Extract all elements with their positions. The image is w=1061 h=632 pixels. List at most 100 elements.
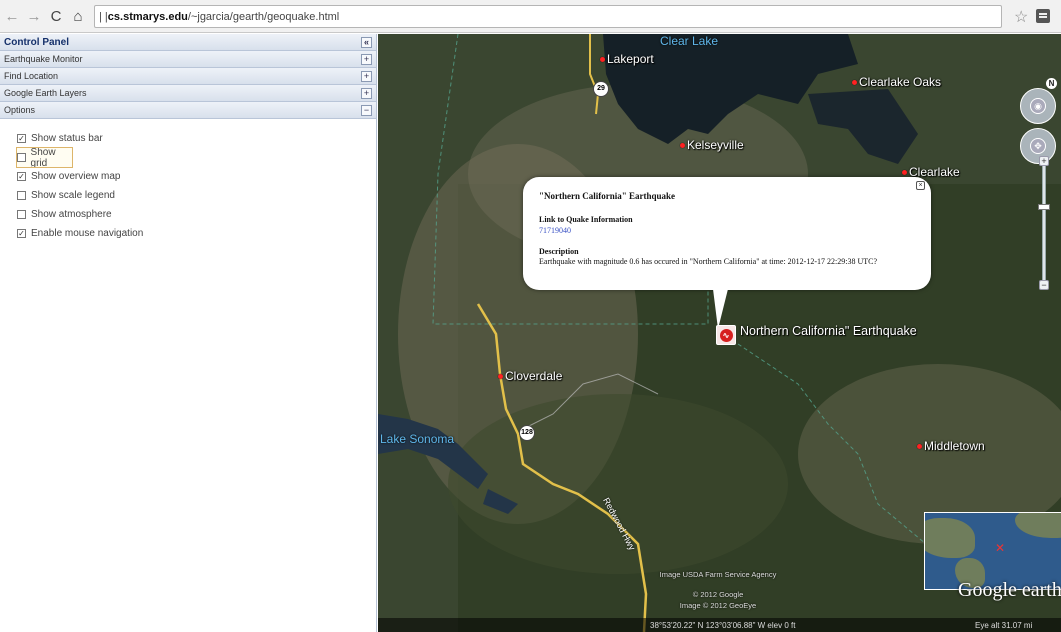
overview-landmass: [925, 518, 975, 558]
imagery-credit: Image USDA Farm Service Agency: [659, 570, 777, 579]
place-label: Lakeport: [607, 52, 654, 66]
zoom-out-icon[interactable]: −: [1039, 280, 1049, 290]
section-google-earth-layers[interactable]: Google Earth Layers +: [0, 85, 376, 102]
checkbox-unchecked[interactable]: [17, 153, 26, 162]
checkbox-checked[interactable]: ✓: [17, 134, 26, 143]
url-text[interactable]: cs.stmarys.edu/~jgarcia/gearth/geoquake.…: [108, 11, 339, 23]
balloon-link-heading: Link to Quake Information: [539, 215, 633, 224]
arrow-right-icon[interactable]: →: [24, 4, 44, 28]
checkbox-checked[interactable]: ✓: [17, 172, 26, 181]
place-lakeport[interactable]: Lakeport: [600, 52, 654, 66]
eye-icon: ◉: [1030, 98, 1046, 114]
hand-icon: ✥: [1030, 138, 1046, 154]
control-panel-title: Control Panel: [4, 36, 70, 48]
info-balloon: × "Northern California" Earthquake Link …: [523, 177, 931, 329]
home-icon[interactable]: ⌂: [68, 4, 88, 28]
browser-toolbar: ← → C ⌂ | | cs.stmarys.edu/~jgarcia/gear…: [0, 0, 1061, 33]
section-earthquake-monitor[interactable]: Earthquake Monitor +: [0, 51, 376, 68]
status-bar: 38°53'20.22" N 123°03'06.88" W elev 0 ft…: [378, 618, 1061, 632]
imagery-credit: © 2012 Google: [692, 590, 744, 599]
option-show-overview-map[interactable]: ✓ Show overview map: [17, 167, 376, 186]
place-marker-icon: [680, 142, 685, 148]
place-marker-icon: [902, 169, 907, 175]
address-bar[interactable]: | | cs.stmarys.edu/~jgarcia/gearth/geoqu…: [94, 5, 1002, 28]
option-show-atmosphere[interactable]: Show atmosphere: [17, 205, 376, 224]
option-label: Show grid: [30, 146, 56, 169]
google-earth-logo: Google earth: [958, 579, 1061, 601]
checkbox-checked[interactable]: ✓: [17, 229, 26, 238]
hills: [448, 394, 788, 574]
place-kelseyville[interactable]: Kelseyville: [680, 138, 744, 152]
url-path: /~jgarcia/gearth/geoquake.html: [187, 10, 340, 23]
earthquake-placemark-icon[interactable]: ∿: [716, 325, 736, 345]
url-prefix: | |: [99, 10, 108, 23]
quake-info-link[interactable]: 71719040: [539, 226, 915, 235]
option-show-grid[interactable]: Show grid: [16, 146, 73, 169]
water-label-lake-sonoma: Lake Sonoma: [380, 432, 455, 446]
expand-icon[interactable]: +: [361, 53, 372, 65]
compass-north-label: N: [1046, 78, 1057, 89]
place-label: Clearlake Oaks: [859, 75, 942, 89]
balloon-pointer: [713, 289, 728, 329]
option-label: Show status bar: [31, 133, 103, 144]
move-control[interactable]: ✥: [1020, 128, 1056, 164]
section-label: Earthquake Monitor: [4, 54, 83, 64]
look-around-control[interactable]: ◉: [1020, 88, 1056, 124]
seismic-icon: ∿: [719, 328, 733, 342]
zoom-track[interactable]: [1042, 162, 1046, 287]
water-label-clear-lake: Clear Lake: [660, 34, 719, 48]
reload-icon[interactable]: C: [46, 4, 66, 28]
imagery-credit: Image © 2012 GeoEye: [679, 601, 757, 610]
place-clearlake-oaks[interactable]: Clearlake Oaks: [852, 75, 941, 89]
close-icon[interactable]: ×: [916, 181, 925, 190]
place-marker-icon: [917, 443, 922, 449]
place-marker-icon: [600, 56, 605, 62]
place-cloverdale[interactable]: Cloverdale: [498, 369, 562, 383]
zoom-in-icon[interactable]: +: [1039, 156, 1049, 166]
control-panel: Control Panel « Earthquake Monitor + Fin…: [0, 34, 377, 632]
eye-altitude-readout: Eye alt 31.07 mi: [975, 620, 1033, 630]
collapse-section-icon[interactable]: −: [361, 104, 372, 116]
balloon-title: "Northern California" Earthquake: [539, 191, 675, 201]
balloon-description-heading: Description: [539, 247, 579, 256]
place-marker-icon: [852, 79, 857, 85]
options-list: ✓ Show status bar Show grid ✓ Show overvie…: [0, 119, 376, 243]
menu-icon[interactable]: [1036, 9, 1050, 23]
bookmark-star-icon[interactable]: ☆: [1014, 7, 1028, 27]
earth-map-view[interactable]: Clear Lake Lake Sonoma Lakeport Clearlak…: [378, 34, 1061, 632]
place-label: Kelseyville: [687, 138, 744, 152]
place-middletown[interactable]: Middletown: [917, 439, 985, 453]
overview-location-marker-icon: ✕: [995, 541, 1006, 555]
expand-icon[interactable]: +: [361, 70, 372, 82]
checkbox-unchecked[interactable]: [17, 191, 26, 200]
app-window: ← → C ⌂ | | cs.stmarys.edu/~jgarcia/gear…: [0, 0, 1061, 632]
place-label: Cloverdale: [505, 369, 563, 383]
option-show-status-bar[interactable]: ✓ Show status bar: [17, 129, 376, 148]
option-enable-mouse-navigation[interactable]: ✓ Enable mouse navigation: [17, 224, 376, 243]
route-shield-128: 128: [519, 425, 535, 441]
option-show-scale-legend[interactable]: Show scale legend: [17, 186, 376, 205]
place-marker-icon: [498, 373, 503, 379]
option-label: Enable mouse navigation: [31, 228, 144, 239]
route-shield-29: 29: [593, 81, 609, 97]
option-label: Show scale legend: [31, 190, 115, 201]
balloon-description-text: Earthquake with magnitude 0.6 has occure…: [539, 257, 878, 266]
control-panel-header[interactable]: Control Panel «: [0, 34, 376, 51]
section-label: Options: [4, 105, 36, 115]
option-label: Show overview map: [31, 171, 121, 182]
arrow-left-icon[interactable]: ←: [2, 4, 22, 28]
place-label: Middletown: [924, 439, 985, 453]
coordinates-readout: 38°53'20.22" N 123°03'06.88" W elev 0 ft: [650, 620, 796, 630]
collapse-icon[interactable]: «: [361, 36, 372, 48]
zoom-slider[interactable]: + −: [1038, 156, 1050, 291]
section-find-location[interactable]: Find Location +: [0, 68, 376, 85]
checkbox-unchecked[interactable]: [17, 210, 26, 219]
section-label: Find Location: [4, 71, 59, 81]
option-label: Show atmosphere: [31, 209, 112, 220]
earthquake-placemark-label[interactable]: Northern California" Earthquake: [740, 324, 917, 338]
url-host: cs.stmarys.edu: [107, 10, 188, 23]
expand-icon[interactable]: +: [361, 87, 372, 99]
zoom-handle[interactable]: [1038, 204, 1050, 210]
section-options[interactable]: Options −: [0, 102, 376, 119]
section-label: Google Earth Layers: [4, 88, 87, 98]
